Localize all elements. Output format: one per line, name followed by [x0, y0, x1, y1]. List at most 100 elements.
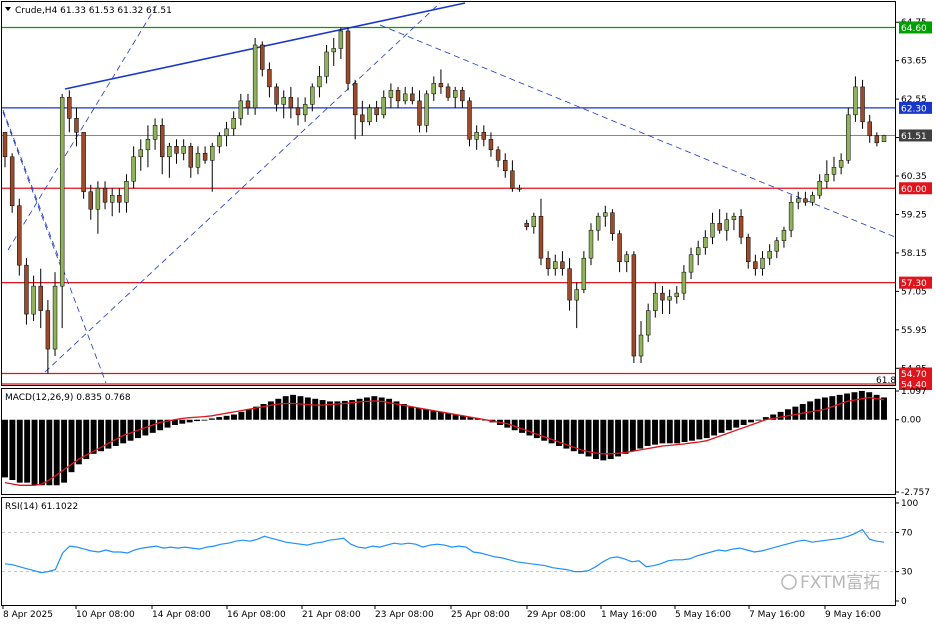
time-tick-label: 1 May 16:00 [601, 610, 657, 620]
macd-bar [814, 398, 821, 420]
candle-body [231, 118, 236, 130]
candle-body [210, 146, 215, 161]
time-axis: 8 Apr 2025 10 Apr 08:00 14 Apr 08:00 16 Apr… [2, 605, 881, 620]
macd-bar [696, 419, 703, 440]
level-tag-label: 62.30 [901, 104, 927, 114]
candle-body [2, 132, 8, 158]
candle-body [445, 86, 451, 98]
price-axis: 64.7563.6562.5561.4560.3559.2558.1557.05… [895, 18, 927, 374]
macd-bar [179, 419, 186, 424]
macd-bar [231, 414, 237, 420]
candle-body [431, 83, 436, 95]
macd-bar [637, 419, 644, 449]
candle-body [695, 247, 701, 255]
macd-bar [844, 393, 851, 420]
macd-bar [31, 419, 38, 486]
candle-body [74, 118, 79, 133]
price-tick-label: 60.35 [901, 172, 927, 182]
macd-bar [112, 419, 119, 446]
macd-bar [408, 406, 415, 420]
macd-bar [748, 419, 754, 423]
macd-bar [201, 419, 208, 421]
candle-body [688, 254, 694, 273]
candle-body [746, 236, 751, 262]
candle-body [767, 250, 772, 259]
candle-body [124, 181, 129, 203]
time-tick-label: 14 Apr 08:00 [152, 610, 211, 620]
candle-body [281, 97, 286, 105]
macd-bar [216, 417, 223, 420]
candle-body [860, 86, 865, 123]
candle-body [224, 128, 229, 137]
candle-body [710, 222, 715, 238]
macd-bar [703, 419, 710, 439]
candle-body [481, 132, 487, 140]
candle-body [31, 285, 36, 315]
candle-body [252, 44, 258, 109]
candle-body [417, 100, 422, 126]
macd-bar [430, 410, 437, 420]
watermark: FXTM富拓 [800, 573, 880, 593]
candle-body [45, 310, 51, 350]
candle-body [538, 215, 544, 259]
macd-bar [711, 419, 718, 436]
candle-body [295, 107, 301, 116]
candle-body [145, 139, 151, 151]
candle-body [874, 135, 880, 144]
macd-bar [312, 398, 319, 420]
candle-body [810, 194, 815, 203]
candle-body [731, 215, 737, 220]
macd-bar [46, 419, 53, 486]
candle-body [510, 170, 515, 189]
candle-body [495, 149, 501, 161]
candle-body [560, 261, 565, 269]
macd-bar [622, 419, 629, 454]
rsi-axis: 100 70 30 0 [895, 499, 918, 607]
candle-body [395, 90, 401, 102]
macd-bar [629, 419, 636, 452]
candle-body [453, 90, 458, 98]
macd-bar [866, 392, 873, 420]
time-tick-label: 9 May 16:00 [825, 610, 881, 620]
macd-bar [157, 419, 164, 431]
macd-bar [437, 411, 444, 420]
macd-bar [275, 398, 282, 420]
candle-body [67, 97, 72, 119]
macd-bar [371, 396, 378, 420]
candle-body [824, 174, 830, 182]
time-tick-label: 8 Apr 2025 [3, 610, 53, 620]
rsi-header: RSI(14) 61.1022 [5, 502, 78, 512]
candle-body [603, 212, 608, 217]
price-tick-label: 55.95 [901, 326, 927, 336]
candle-body [324, 51, 329, 77]
macd-bar [777, 411, 784, 420]
candle-body [302, 104, 308, 116]
macd-bar [740, 419, 747, 425]
price-panel [1, 1, 896, 386]
candle-body [517, 188, 522, 190]
candle-body [360, 114, 365, 123]
macd-bar [245, 409, 252, 420]
candle-body [202, 153, 208, 161]
level-tag-label: 60.00 [901, 185, 927, 195]
candle-body [631, 254, 637, 357]
candle-body [781, 229, 787, 241]
macd-bar [194, 419, 201, 422]
candle-body [288, 97, 294, 109]
candle-body [853, 86, 858, 116]
macd-bar [83, 419, 90, 460]
candle-body [160, 125, 165, 158]
candle-body [195, 153, 201, 168]
candle-body [181, 146, 186, 154]
candle-body [703, 236, 708, 248]
candle-body [88, 191, 93, 210]
macd-bar [186, 419, 193, 423]
candle-body [867, 121, 872, 137]
macd-bar [851, 392, 858, 420]
candle-body [638, 334, 644, 357]
candle-body [9, 156, 15, 206]
candle-body [352, 83, 358, 116]
candle-body [460, 90, 465, 102]
candle-body [660, 292, 665, 301]
candle-body [581, 257, 587, 290]
